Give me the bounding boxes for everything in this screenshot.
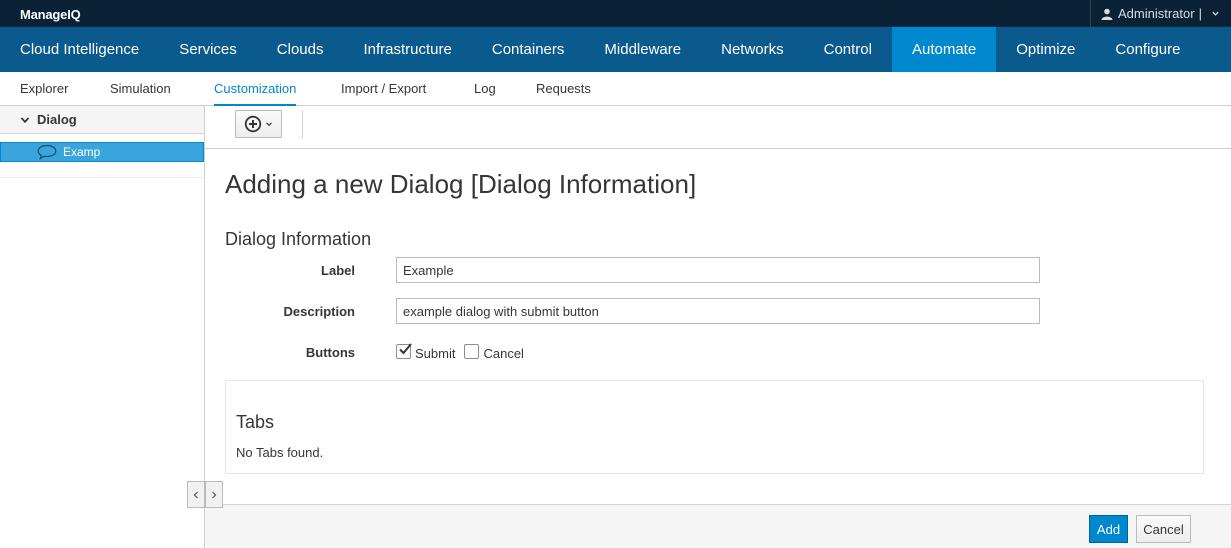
- label-input[interactable]: [396, 257, 1040, 283]
- main-content: Adding a new Dialog [Dialog Information]…: [205, 149, 1231, 504]
- main-navigation: Cloud Intelligence Services Clouds Infra…: [0, 27, 1231, 72]
- subnav-explorer[interactable]: Explorer: [20, 72, 68, 106]
- buttons-checkbox-group: Submit Cancel: [396, 342, 533, 361]
- cancel-checkbox-label: Cancel: [483, 346, 524, 361]
- brand-logo[interactable]: ManageIQ: [20, 7, 81, 22]
- chevron-down-icon: [1212, 11, 1219, 16]
- nav-automate[interactable]: Automate: [891, 27, 997, 72]
- tabs-title: Tabs: [236, 412, 275, 432]
- nav-optimize[interactable]: Optimize: [996, 27, 1095, 72]
- accordion-header-dialog[interactable]: Dialog: [0, 106, 204, 134]
- dialog-tree: Examp: [0, 134, 204, 178]
- chevron-right-icon: [212, 491, 217, 498]
- label-field-label: Label: [321, 263, 355, 278]
- submit-checkbox[interactable]: [396, 343, 412, 359]
- left-sidebar: Dialog Examp: [0, 106, 205, 548]
- nav-containers[interactable]: Containers: [472, 27, 585, 72]
- tabs-panel: Tabs No Tabs found.: [225, 380, 1204, 474]
- buttons-field-label: Buttons: [305, 345, 355, 360]
- nav-infrastructure[interactable]: Infrastructure: [343, 27, 471, 72]
- nav-control[interactable]: Control: [804, 27, 892, 72]
- checkmark-icon: [399, 343, 412, 355]
- subnav-simulation[interactable]: Simulation: [110, 72, 171, 106]
- chevron-left-icon: [193, 491, 198, 498]
- user-menu-separator: |: [1198, 6, 1202, 21]
- accordion-title: Dialog: [37, 112, 77, 127]
- nav-clouds[interactable]: Clouds: [257, 27, 344, 72]
- brand-logo-suffix: IQ: [67, 7, 81, 22]
- nav-configure[interactable]: Configure: [1095, 27, 1200, 72]
- tree-item-label: Examp: [63, 145, 101, 159]
- sidebar-toggle-group: [187, 481, 223, 508]
- subnav-requests[interactable]: Requests: [536, 72, 591, 106]
- add-dropdown-button[interactable]: [235, 110, 282, 138]
- nav-services[interactable]: Services: [159, 27, 257, 72]
- nav-cloud-intelligence[interactable]: Cloud Intelligence: [0, 27, 159, 72]
- brand-logo-main: Manage: [20, 7, 68, 22]
- speech-bubble-icon: [37, 144, 57, 160]
- nav-networks[interactable]: Networks: [701, 27, 804, 72]
- cancel-checkbox[interactable]: [464, 344, 480, 359]
- chevron-down-icon: [266, 122, 272, 127]
- description-input[interactable]: [396, 298, 1040, 324]
- chevron-down-icon: [20, 116, 30, 123]
- user-icon: [1101, 8, 1113, 20]
- tabs-empty-message: No Tabs found.: [236, 445, 324, 460]
- page-title: Adding a new Dialog [Dialog Information]: [225, 169, 697, 199]
- description-field-label: Description: [283, 304, 355, 319]
- toolbar-divider: [302, 110, 303, 138]
- submit-checkbox-label: Submit: [415, 346, 456, 361]
- section-title: Dialog Information: [225, 229, 372, 249]
- tree-item-dialog[interactable]: Examp: [0, 142, 204, 162]
- form-footer: Add Cancel: [205, 504, 1231, 548]
- toolbar: [205, 106, 1231, 149]
- tree-divider: [0, 162, 204, 178]
- cancel-button[interactable]: Cancel: [1136, 515, 1191, 543]
- user-menu[interactable]: Administrator |: [1090, 0, 1231, 27]
- subnav-log[interactable]: Log: [474, 72, 496, 106]
- collapse-sidebar-button[interactable]: [187, 481, 205, 508]
- subnav-customization[interactable]: Customization: [214, 72, 297, 106]
- top-brand-bar: ManageIQ Administrator |: [0, 0, 1231, 27]
- plus-circle-icon: [244, 115, 262, 133]
- user-name: Administrator: [1118, 6, 1195, 21]
- expand-sidebar-button[interactable]: [205, 481, 223, 508]
- subnav-import-export[interactable]: Import / Export: [341, 72, 426, 106]
- nav-middleware[interactable]: Middleware: [584, 27, 701, 72]
- secondary-navigation: Explorer Simulation Customization Import…: [0, 72, 1231, 106]
- add-button[interactable]: Add: [1089, 515, 1128, 543]
